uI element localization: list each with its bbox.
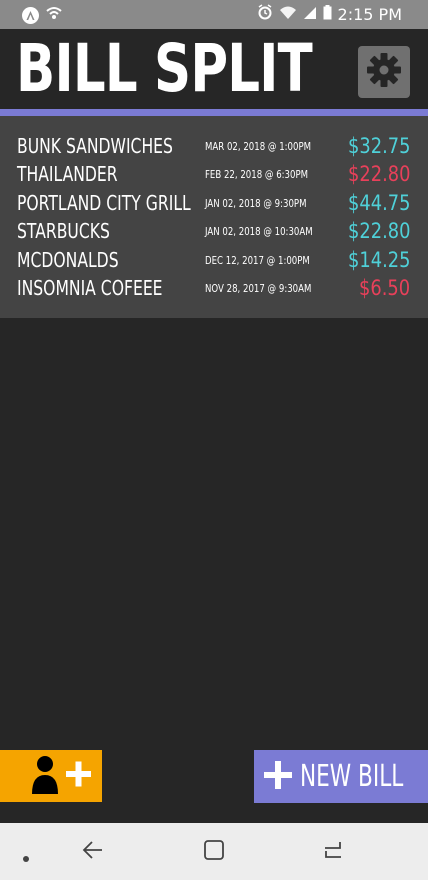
bill-row[interactable]: INSOMNIA COFEEE NOV 28, 2017 @ 9:30AM $6.5… bbox=[0, 274, 428, 302]
new-bill-button[interactable]: NEW BILL bbox=[254, 750, 428, 803]
bill-name: MCDONALDS bbox=[17, 247, 119, 272]
bill-date: DEC 12, 2017 @ 1:00PM bbox=[205, 253, 310, 267]
bill-date: MAR 02, 2018 @ 1:00PM bbox=[205, 140, 312, 153]
new-bill-label: NEW BILL bbox=[300, 759, 404, 794]
bill-row[interactable]: STARBUCKS JAN 02, 2018 @ 10:30AM $22.80 bbox=[0, 217, 428, 245]
wifi-icon bbox=[279, 5, 297, 24]
status-right-icons: 2:15 PM bbox=[257, 4, 402, 24]
add-person-icon bbox=[30, 754, 92, 798]
app-title: BILL SPLIT bbox=[16, 30, 313, 107]
add-person-button[interactable] bbox=[0, 750, 102, 802]
bill-date: NOV 28, 2017 @ 9:30AM bbox=[205, 281, 312, 295]
wifi-call-icon bbox=[45, 5, 63, 26]
bill-date: JAN 02, 2018 @ 9:30PM bbox=[205, 196, 307, 210]
header-accent-line bbox=[0, 109, 428, 116]
status-bar: 2:15 PM bbox=[0, 0, 428, 29]
gear-icon bbox=[366, 52, 402, 92]
bill-row[interactable]: MCDONALDS DEC 12, 2017 @ 1:00PM $14.25 bbox=[0, 246, 428, 274]
bill-row[interactable]: PORTLAND CITY GRILL JAN 02, 2018 @ 9:30PM… bbox=[0, 189, 428, 217]
bills-list: BUNK SANDWICHES MAR 02, 2018 @ 1:00PM $32.… bbox=[0, 116, 428, 318]
bill-date: FEB 22, 2018 @ 6:30PM bbox=[205, 168, 309, 182]
bill-row[interactable]: BUNK SANDWICHES MAR 02, 2018 @ 1:00PM $32.… bbox=[0, 132, 428, 160]
bill-name: BUNK SANDWICHES bbox=[17, 134, 173, 158]
app-notification-icon bbox=[22, 7, 39, 24]
bill-date: JAN 02, 2018 @ 10:30AM bbox=[205, 225, 313, 239]
bill-row[interactable]: THAILANDER FEB 22, 2018 @ 6:30PM $22.80 bbox=[0, 160, 428, 188]
battery-icon bbox=[323, 4, 332, 24]
bill-amount: $32.75 bbox=[347, 134, 410, 158]
back-icon[interactable] bbox=[82, 839, 104, 865]
recents-icon[interactable] bbox=[322, 839, 344, 865]
bill-amount: $44.75 bbox=[347, 190, 410, 215]
home-icon[interactable] bbox=[203, 839, 225, 865]
signal-icon bbox=[303, 5, 317, 24]
bill-name: STARBUCKS bbox=[17, 219, 110, 244]
status-left-icons bbox=[22, 5, 63, 26]
bill-amount: $14.25 bbox=[347, 247, 410, 272]
bill-amount: $22.80 bbox=[347, 219, 410, 244]
bill-name: THAILANDER bbox=[17, 162, 118, 187]
bill-amount: $22.80 bbox=[347, 162, 410, 187]
settings-button[interactable] bbox=[358, 46, 410, 98]
app-header: BILL SPLIT bbox=[0, 29, 428, 111]
bill-amount: $6.50 bbox=[358, 275, 410, 300]
status-time: 2:15 PM bbox=[337, 4, 402, 24]
plus-icon bbox=[264, 760, 292, 793]
bill-name: PORTLAND CITY GRILL bbox=[17, 190, 191, 215]
system-nav-bar bbox=[0, 823, 428, 880]
bill-name: INSOMNIA COFEEE bbox=[17, 275, 163, 300]
alarm-icon bbox=[257, 4, 273, 24]
nav-dot-icon[interactable] bbox=[22, 848, 30, 867]
